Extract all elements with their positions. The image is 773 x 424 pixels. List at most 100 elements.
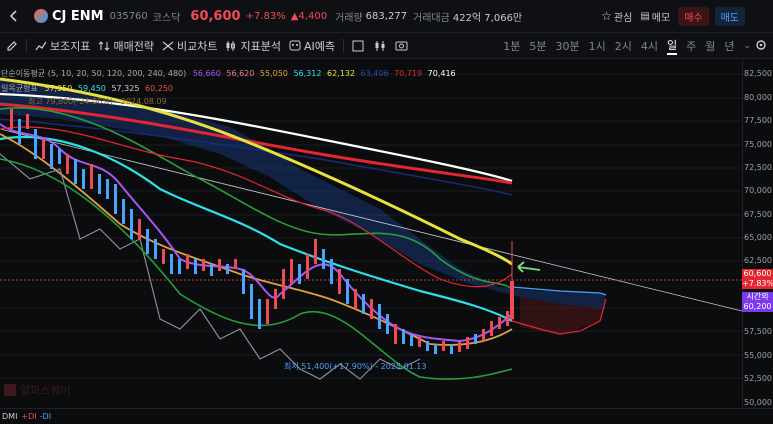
current-price-badge: 60,600 +7.83% (742, 269, 773, 289)
y-tick: 70,000 (744, 186, 772, 195)
compare-button[interactable]: 비교차트 (162, 38, 217, 54)
watermark-text: 알파스퀘어 (20, 384, 71, 397)
ma-20-value: 55,050 (259, 69, 288, 78)
period-30min[interactable]: 30분 (555, 38, 579, 54)
market-name: 코스닥 (152, 12, 181, 24)
indicator-label: 보조지표 (50, 39, 91, 53)
ichimoku-legend-title: 일목균형표 (1, 84, 38, 93)
ai-icon (289, 40, 301, 51)
amount-value: 422억 7,066만 (452, 12, 523, 24)
y-tick: 80,000 (744, 93, 772, 102)
ichimoku-value-3: 57,325 (111, 84, 140, 93)
ma-120-value: 62,132 (327, 69, 355, 78)
badge-price: 60,600 (743, 269, 772, 278)
y-tick: 52,500 (744, 374, 772, 383)
ichimoku-value-2: 59,450 (77, 84, 106, 93)
chart-line-icon (35, 41, 47, 50)
ma-legend: 단순이동평균 (5, 10, 20, 50, 120, 200, 240, 48… (1, 68, 456, 79)
after-hours-price: 60,200 (743, 302, 772, 311)
ichimoku-value-1: 57,950 (44, 84, 73, 93)
ichimoku-value-4: 60,250 (145, 84, 173, 93)
square-icon[interactable] (348, 36, 368, 56)
dmi-indicator-bar[interactable]: DMI +DI -DI (0, 408, 773, 424)
period-1h[interactable]: 1시 (589, 38, 606, 54)
period-tabs: 1분 5분 30분 1시 2시 4시 일 주 월 년 ⌄ (503, 33, 751, 58)
period-month[interactable]: 월 (705, 38, 715, 54)
y-tick: 72,500 (744, 163, 772, 172)
stock-logo-icon (34, 9, 48, 23)
alphasquare-logo-icon (4, 384, 16, 396)
settings-icon[interactable] (751, 35, 771, 55)
strategy-label: 매매전략 (113, 39, 154, 53)
ma-480-value: 70,416 (427, 69, 456, 78)
top-bar: CJ ENM 035760 코스닥 60,600 +7.83% ▲4,400 거… (0, 0, 773, 33)
stock-name[interactable]: CJ ENM (52, 9, 104, 24)
y-tick: 67,500 (744, 210, 772, 219)
watchlist-button[interactable]: 관심 (614, 9, 632, 24)
period-4h[interactable]: 4시 (641, 38, 658, 54)
y-tick: 50,000 (744, 398, 772, 407)
y-tick: 82,500 (744, 69, 772, 78)
y-tick: 57,500 (744, 327, 772, 336)
ma-240-value: 70,719 (394, 69, 423, 78)
chart-toolbar: 보조지표 매매전략 비교차트 지표분석 AI예측 1분 5분 30분 1시 2시… (0, 33, 773, 59)
ma-5-value: 56,660 (192, 69, 221, 78)
chevron-down-icon[interactable]: ⌄ (743, 41, 751, 51)
watermark: 알파스퀘어 (4, 382, 71, 398)
y-tick: 65,000 (744, 233, 772, 242)
badge-percent: +7.83% (742, 279, 773, 288)
ma-legend-title: 단순이동평균 (5, 10, 20, 50, 120, 200, 240, 48… (1, 69, 187, 78)
plus-di-label: +DI (21, 412, 37, 421)
toolbar-divider (342, 38, 344, 53)
y-tick: 75,000 (744, 140, 772, 149)
after-hours-label: 시간외 (746, 292, 769, 301)
ma-50-value: 56,312 (293, 69, 322, 78)
y-axis[interactable]: 82,500 80,000 77,500 75,000 72,500 70,00… (742, 59, 773, 407)
sell-button[interactable]: 매도 (714, 6, 745, 26)
current-price: 60,600 (190, 8, 241, 24)
minus-di-label: -DI (39, 412, 52, 421)
period-day[interactable]: 일 (666, 37, 678, 55)
stock-code: 035760 (109, 10, 148, 22)
memo-button[interactable]: 메모 (652, 9, 670, 24)
camera-icon[interactable] (392, 36, 412, 56)
amount-label: 거래대금 (413, 12, 450, 24)
ai-predict-button[interactable]: AI예측 (289, 38, 335, 54)
after-hours-badge: 시간외 60,200 (742, 292, 773, 312)
period-week[interactable]: 주 (686, 38, 696, 54)
price-chart[interactable]: 단순이동평균 (5, 10, 20, 50, 120, 200, 240, 48… (0, 59, 743, 407)
period-2h[interactable]: 2시 (615, 38, 632, 54)
volume-value: 683,277 (365, 10, 408, 22)
arrows-icon (99, 40, 110, 51)
compare-label: 비교차트 (176, 39, 218, 53)
ichimoku-legend: 일목균형표 57,950 59,450 57,325 60,250 (1, 83, 173, 94)
low-annotation: 최저 51,400(+17.90%) - 2025.01.13 (284, 362, 427, 371)
volume-label: 거래량 (335, 12, 363, 24)
buy-button[interactable]: 매수 (678, 6, 709, 26)
strategy-button[interactable]: 매매전략 (98, 38, 154, 54)
ma-10-value: 56,620 (226, 69, 255, 78)
candles-icon (226, 40, 236, 51)
memo-icon[interactable]: ▤ (640, 11, 649, 22)
candlestick-icon[interactable] (370, 36, 390, 56)
chart-svg (0, 73, 743, 380)
analysis-button[interactable]: 지표분석 (225, 38, 281, 54)
period-5min[interactable]: 5분 (529, 38, 546, 54)
toolbar-divider (26, 38, 27, 53)
y-tick: 62,500 (744, 256, 772, 265)
pencil-icon[interactable] (2, 36, 22, 56)
back-arrow-icon[interactable] (4, 6, 24, 26)
high-annotation: 최고 79,800(-24.06%) - 2024.08.09 (28, 97, 167, 106)
compare-icon (162, 41, 174, 50)
dmi-label: DMI (2, 412, 18, 421)
watchlist-star-icon[interactable]: ☆ (601, 9, 612, 23)
ai-label: AI예측 (303, 39, 335, 53)
period-year[interactable]: 년 (724, 38, 734, 54)
change-amount: ▲4,400 (290, 10, 328, 22)
period-1min[interactable]: 1분 (503, 38, 520, 54)
analysis-label: 지표분석 (240, 39, 281, 53)
signal-arrow-icon (517, 261, 541, 273)
y-tick: 55,000 (744, 351, 772, 360)
y-tick: 77,500 (744, 116, 772, 125)
indicator-button[interactable]: 보조지표 (35, 38, 90, 54)
